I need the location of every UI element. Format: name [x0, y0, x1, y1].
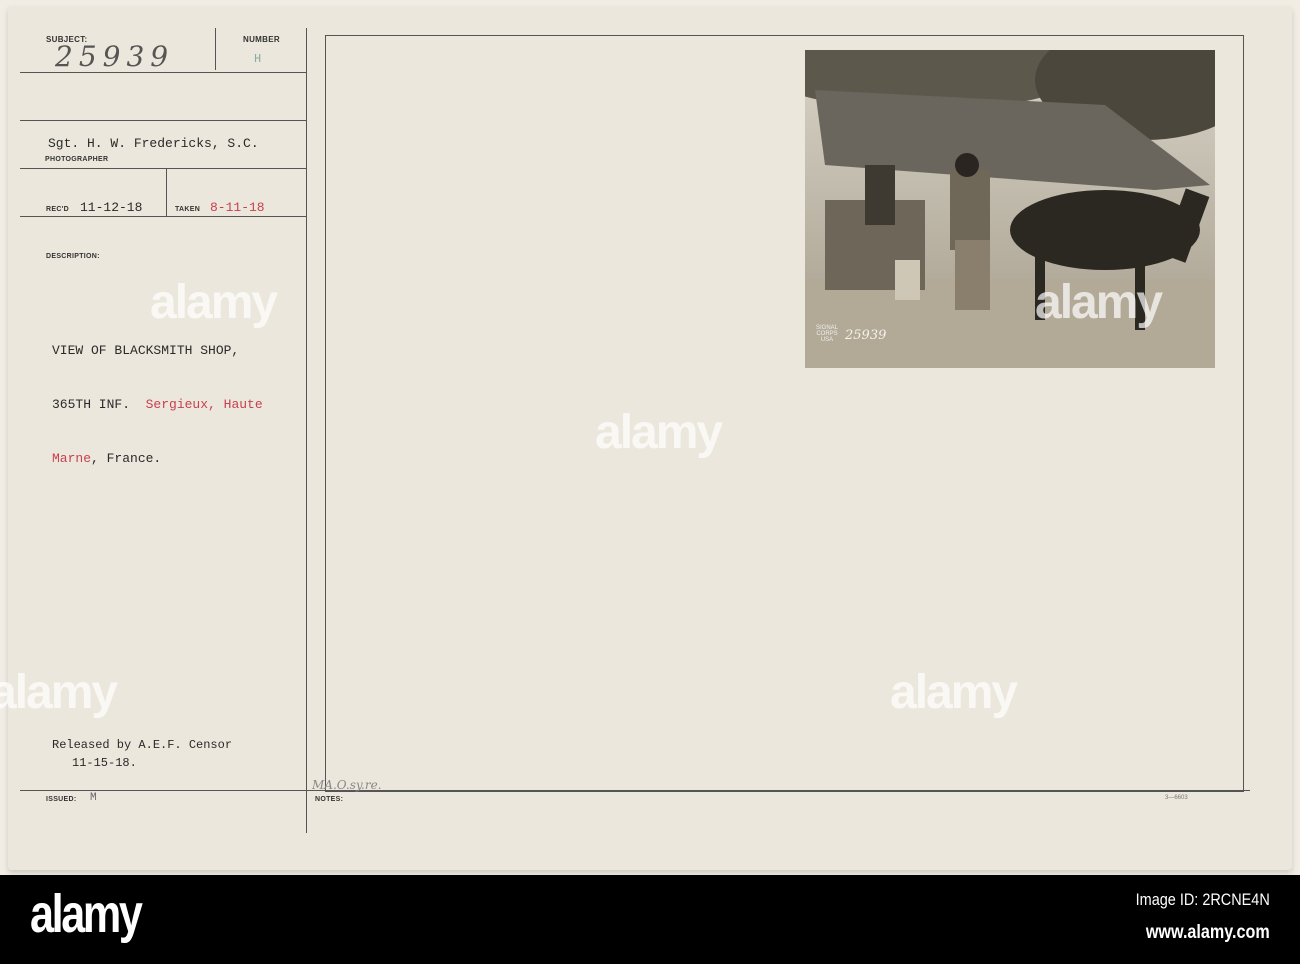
- signal-corps-stamp: SIGNAL CORPS USA: [815, 325, 838, 343]
- description-line: 365TH INF. Sergieux, Haute: [52, 396, 263, 414]
- unit-text: 365TH INF.: [52, 397, 131, 412]
- location-text: Marne: [52, 451, 92, 466]
- photo-number: 25939: [845, 328, 887, 343]
- description-label: DESCRIPTION:: [46, 253, 100, 260]
- taken-label: TAKEN: [175, 206, 201, 213]
- location-text: Sergieux, Haute: [145, 397, 263, 412]
- number-label: NUMBER: [243, 35, 280, 44]
- watermark: alamy: [0, 666, 118, 719]
- photographer-name: Sgt. H. W. Fredericks, S.C.: [48, 136, 259, 151]
- alamy-url[interactable]: www.alamy.com: [1146, 922, 1270, 944]
- release-note: Released by A.E.F. Censor: [52, 738, 233, 752]
- divider: [20, 216, 306, 217]
- number-value: H: [254, 52, 262, 66]
- image-id: Image ID: 2RCNE4N: [1135, 890, 1270, 909]
- divider: [20, 120, 306, 121]
- alamy-footer: alamy Image ID: 2RCNE4N www.alamy.com: [0, 875, 1300, 964]
- photographer-label: PHOTOGRAPHER: [45, 156, 109, 163]
- description: VIEW OF BLACKSMITH SHOP, 365TH INF. Serg…: [52, 306, 263, 486]
- description-line: VIEW OF BLACKSMITH SHOP,: [52, 343, 240, 358]
- issued-label: ISSUED:: [46, 796, 77, 803]
- recd-label: REC'D: [46, 206, 69, 213]
- taken-date: 8-11-18: [210, 200, 265, 215]
- country-text: , France.: [91, 451, 162, 466]
- recd-date: 11-12-18: [80, 200, 143, 215]
- alamy-logo: alamy: [30, 884, 143, 944]
- subject-number: 25939: [55, 40, 175, 73]
- form-number: 3—6603: [1165, 795, 1188, 801]
- issued-value: M: [90, 792, 97, 804]
- divider: [20, 790, 1250, 791]
- description-line: Marne, France.: [52, 450, 263, 468]
- divider: [215, 28, 216, 70]
- divider: [20, 168, 306, 169]
- watermark: alamy: [595, 406, 723, 459]
- release-date: 11-15-18.: [72, 756, 137, 770]
- notes-handwriting: MA.O.sy.re.: [312, 778, 382, 792]
- watermark: alamy: [1035, 276, 1163, 329]
- notes-label: NOTES:: [315, 796, 344, 803]
- column-divider: [306, 28, 307, 833]
- watermark: alamy: [150, 276, 278, 329]
- watermark: alamy: [890, 666, 1018, 719]
- divider: [166, 168, 167, 216]
